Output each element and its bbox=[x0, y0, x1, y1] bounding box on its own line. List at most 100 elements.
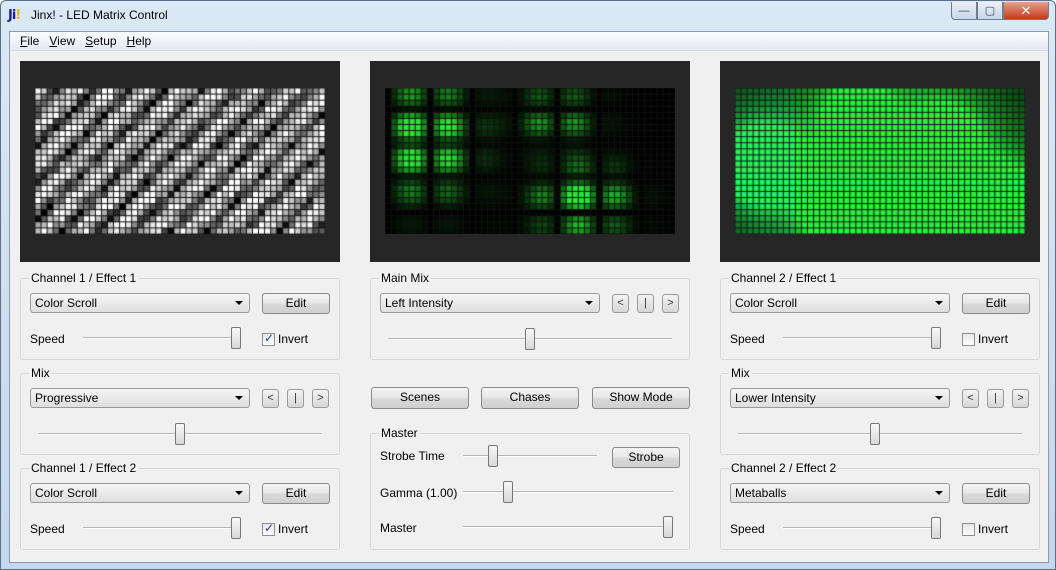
channel2-effect2-group: Channel 2 / Effect 2 Metaballs Edit Spee… bbox=[720, 461, 1040, 550]
channel1-mix-slider[interactable] bbox=[38, 422, 322, 446]
main-mix-select[interactable]: Left Intensity bbox=[380, 293, 600, 313]
channel2-effect1-speed-slider[interactable] bbox=[783, 326, 941, 350]
channel1-mix-next-button[interactable]: > bbox=[312, 389, 329, 408]
slider-track bbox=[738, 433, 1022, 435]
channel1-effect2-invert-checkbox[interactable]: Invert bbox=[262, 521, 309, 536]
minimize-icon: — bbox=[958, 4, 970, 17]
title-bar[interactable]: Ji! Jinx! - LED Matrix Control — ▢ ✕ bbox=[1, 1, 1055, 31]
channel2-effect2-invert-checkbox[interactable]: Invert bbox=[962, 522, 1008, 536]
invert-label: Invert bbox=[978, 522, 1009, 536]
menu-view[interactable]: View bbox=[44, 32, 80, 50]
channel1-mix-select[interactable]: Progressive bbox=[30, 388, 250, 408]
window-title: Jinx! - LED Matrix Control bbox=[31, 8, 168, 22]
maximize-icon: ▢ bbox=[984, 5, 996, 17]
channel1-effect2-edit-button[interactable]: Edit bbox=[262, 483, 330, 504]
channel2-mix-select[interactable]: Lower Intensity bbox=[730, 388, 950, 408]
invert-label: Invert bbox=[278, 332, 309, 346]
channel2-effect2-select[interactable]: Metaballs bbox=[730, 483, 950, 503]
dropdown-arrow-icon bbox=[235, 301, 243, 305]
main-mix-stop-button[interactable]: | bbox=[637, 294, 654, 313]
selected-value: Lower Intensity bbox=[735, 391, 816, 405]
slider-track bbox=[463, 455, 597, 457]
speed-label: Speed bbox=[30, 332, 65, 346]
slider-thumb[interactable] bbox=[503, 481, 513, 503]
channel2-effect2-edit-button[interactable]: Edit bbox=[962, 483, 1030, 504]
selected-value: Progressive bbox=[35, 391, 99, 405]
show-mode-button[interactable]: Show Mode bbox=[592, 387, 690, 409]
checkbox-box[interactable] bbox=[262, 521, 275, 536]
slider-thumb[interactable] bbox=[525, 328, 535, 350]
chases-button[interactable]: Chases bbox=[481, 387, 579, 409]
menu-setup[interactable]: Setup bbox=[80, 32, 121, 50]
selected-value: Metaballs bbox=[735, 486, 787, 500]
slider-track bbox=[83, 337, 241, 339]
main-mix-slider[interactable] bbox=[388, 327, 672, 351]
slider-thumb[interactable] bbox=[931, 327, 941, 349]
invert-label: Invert bbox=[978, 332, 1009, 346]
app-logo-icon: Ji! bbox=[8, 8, 21, 23]
window-controls: — ▢ ✕ bbox=[951, 2, 1049, 20]
channel1-effect1-select[interactable]: Color Scroll bbox=[30, 293, 250, 313]
channel1-effect1-title: Channel 1 / Effect 1 bbox=[29, 271, 139, 285]
channel1-effect1-speed-slider[interactable] bbox=[83, 326, 241, 350]
slider-track bbox=[83, 527, 241, 529]
channel2-mix-title: Mix bbox=[729, 366, 752, 380]
master-slider[interactable] bbox=[463, 515, 673, 539]
invert-label: Invert bbox=[278, 522, 309, 536]
channel2-mix-slider[interactable] bbox=[738, 422, 1022, 446]
strobe-time-slider[interactable] bbox=[463, 444, 597, 468]
slider-thumb[interactable] bbox=[931, 517, 941, 539]
scenes-button[interactable]: Scenes bbox=[371, 387, 469, 409]
channel2-mix-stop-button[interactable]: | bbox=[987, 389, 1004, 408]
channel1-mix-stop-button[interactable]: | bbox=[287, 389, 304, 408]
strobe-button[interactable]: Strobe bbox=[612, 447, 680, 468]
selected-value: Left Intensity bbox=[385, 296, 454, 310]
channel2-mix-next-button[interactable]: > bbox=[1012, 389, 1029, 408]
gamma-slider[interactable] bbox=[463, 480, 673, 504]
channel1-effect2-select[interactable]: Color Scroll bbox=[30, 483, 250, 503]
channel2-effect1-title: Channel 2 / Effect 1 bbox=[729, 271, 839, 285]
close-button[interactable]: ✕ bbox=[1003, 2, 1049, 20]
channel2-effect1-invert-checkbox[interactable]: Invert bbox=[962, 332, 1008, 346]
menu-bar: File View Setup Help bbox=[10, 32, 1048, 51]
slider-track bbox=[783, 337, 941, 339]
dropdown-arrow-icon bbox=[235, 396, 243, 400]
checkbox-box[interactable] bbox=[962, 522, 975, 536]
maximize-button[interactable]: ▢ bbox=[977, 2, 1003, 20]
master-label: Master bbox=[380, 521, 417, 535]
menu-help[interactable]: Help bbox=[122, 32, 157, 50]
channel1-effect1-group: Channel 1 / Effect 1 Color Scroll Edit S… bbox=[20, 271, 340, 360]
channel2-mix-prev-button[interactable]: < bbox=[962, 389, 979, 408]
slider-thumb[interactable] bbox=[487, 445, 498, 467]
dropdown-arrow-icon bbox=[935, 396, 943, 400]
channel1-preview bbox=[20, 61, 340, 262]
channel2-effect1-edit-button[interactable]: Edit bbox=[962, 293, 1030, 314]
slider-track bbox=[463, 526, 673, 528]
channel1-effect1-edit-button[interactable]: Edit bbox=[262, 293, 330, 314]
checkbox-box[interactable] bbox=[262, 331, 275, 346]
channel2-effect2-speed-slider[interactable] bbox=[783, 516, 941, 540]
main-preview bbox=[370, 61, 690, 262]
master-title: Master bbox=[379, 426, 420, 440]
channel2-effect1-select[interactable]: Color Scroll bbox=[730, 293, 950, 313]
channel2-effect1-group: Channel 2 / Effect 1 Color Scroll Edit S… bbox=[720, 271, 1040, 360]
slider-thumb[interactable] bbox=[663, 516, 673, 538]
slider-thumb[interactable] bbox=[231, 517, 241, 539]
slider-track bbox=[463, 491, 673, 493]
minimize-button[interactable]: — bbox=[951, 2, 977, 20]
speed-label: Speed bbox=[730, 522, 765, 536]
menu-file[interactable]: File bbox=[15, 32, 44, 50]
channel1-effect2-speed-slider[interactable] bbox=[83, 516, 241, 540]
master-group: Master Strobe Time Strobe Gamma (1.00) M… bbox=[370, 426, 690, 550]
client-area: File View Setup Help Channel 1 / Effect … bbox=[9, 31, 1049, 563]
main-mix-next-button[interactable]: > bbox=[662, 294, 679, 313]
checkbox-box[interactable] bbox=[962, 332, 975, 346]
slider-thumb[interactable] bbox=[231, 327, 241, 349]
channel1-effect1-invert-checkbox[interactable]: Invert bbox=[262, 331, 309, 346]
slider-track bbox=[783, 527, 941, 529]
main-mix-prev-button[interactable]: < bbox=[612, 294, 629, 313]
slider-thumb[interactable] bbox=[175, 423, 185, 445]
slider-thumb[interactable] bbox=[869, 423, 880, 445]
channel1-mix-prev-button[interactable]: < bbox=[262, 389, 279, 408]
speed-label: Speed bbox=[730, 332, 765, 346]
